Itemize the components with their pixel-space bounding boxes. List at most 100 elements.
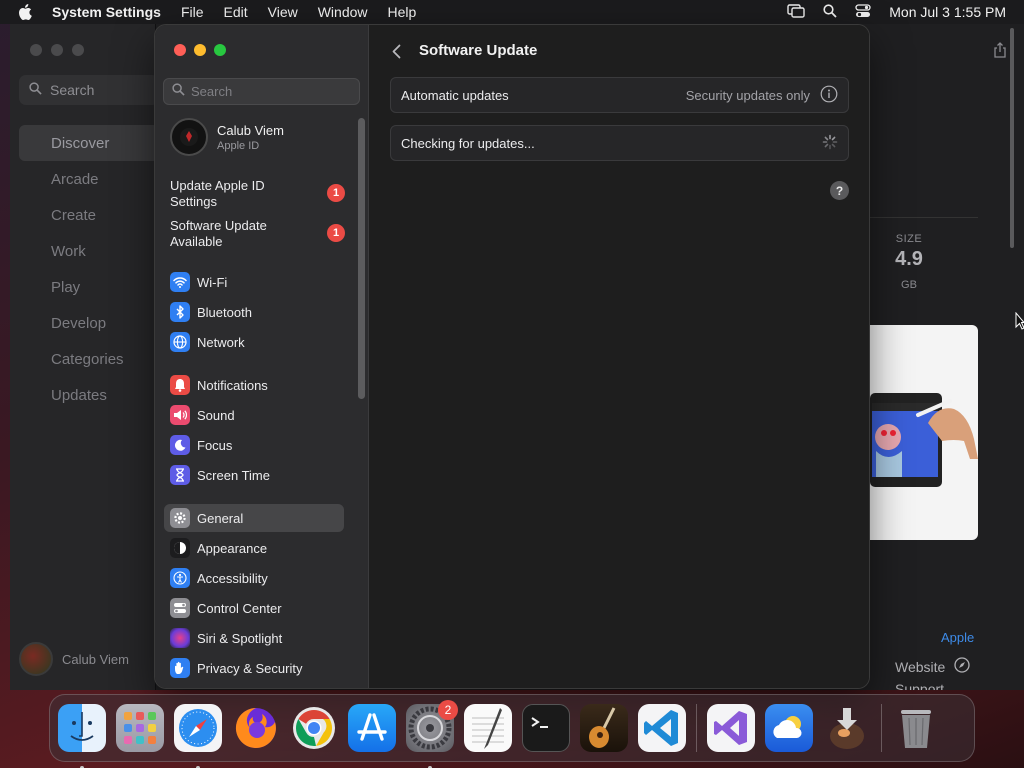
bell-icon [170, 375, 190, 395]
sidebar-item-label: Privacy & Security [197, 660, 303, 676]
settings-content: Software Update Automatic updates Securi… [370, 25, 869, 688]
dock-textedit[interactable] [464, 704, 512, 752]
sidebar-item-sound[interactable]: Sound [164, 401, 344, 429]
website-link[interactable]: Website [895, 657, 970, 676]
app-store-sidebar: Search Discover Arcade Create Work Play … [10, 24, 159, 690]
size-unit: GB [901, 279, 917, 291]
help-button[interactable]: ? [830, 181, 849, 200]
sidebar-item-label: Siri & Spotlight [197, 630, 283, 646]
sidebar-item-siri-spotlight[interactable]: Siri & Spotlight [164, 624, 344, 652]
back-button[interactable] [388, 41, 404, 61]
sidebar-item-network[interactable]: Network [164, 328, 344, 356]
window-controls [174, 44, 226, 56]
update-apple-id-settings[interactable]: Update Apple ID Settings 1 [170, 178, 345, 210]
sidebar-item-label: Sound [197, 407, 235, 423]
checking-updates-label: Checking for updates... [401, 135, 535, 151]
sidebar-item-notifications[interactable]: Notifications [164, 371, 344, 399]
minimize-button[interactable] [194, 44, 206, 56]
dock-vscode[interactable] [638, 704, 686, 752]
search-icon [172, 82, 185, 101]
app-name-menu[interactable]: System Settings [52, 4, 161, 20]
app-screenshot-preview[interactable] [870, 325, 978, 540]
nav-updates[interactable]: Updates [19, 377, 159, 413]
dock-garageband[interactable] [580, 704, 628, 752]
window-menu[interactable]: Window [318, 4, 368, 20]
nav-create[interactable]: Create [19, 197, 159, 233]
file-menu[interactable]: File [181, 4, 204, 20]
sidebar-item-screen-time[interactable]: Screen Time [164, 461, 344, 489]
system-settings-window: Calub Viem Apple ID Update Apple ID Sett… [155, 25, 869, 688]
sidebar-item-wifi[interactable]: Wi-Fi [164, 268, 344, 296]
divider [870, 217, 978, 218]
info-icon[interactable] [820, 85, 838, 106]
nav-develop[interactable]: Develop [19, 305, 159, 341]
support-link[interactable]: Support [895, 681, 944, 690]
edit-menu[interactable]: Edit [224, 4, 248, 20]
automatic-updates-value: Security updates only [685, 87, 810, 103]
size-label: SIZE [895, 233, 923, 245]
sidebar-item-label: Bluetooth [197, 304, 252, 320]
sidebar-item-label: Notifications [197, 377, 268, 393]
app-store-search-field[interactable]: Search [19, 75, 159, 105]
siri-icon [170, 628, 190, 648]
dock: 2 [49, 694, 975, 768]
zoom-button[interactable] [214, 44, 226, 56]
automatic-updates-label: Automatic updates [401, 87, 509, 103]
dock-firefox[interactable] [232, 704, 280, 752]
app-store-account[interactable]: Calub Viem [19, 642, 129, 676]
sidebar-scrollbar[interactable] [358, 118, 365, 399]
app-store-scrollbar[interactable] [1010, 28, 1014, 248]
apple-menu-icon[interactable] [18, 4, 38, 20]
nav-work[interactable]: Work [19, 233, 159, 269]
page-title: Software Update [419, 42, 538, 59]
automatic-updates-row: Automatic updates Security updates only [390, 77, 849, 113]
help-menu[interactable]: Help [388, 4, 417, 20]
dock-weather[interactable] [765, 704, 813, 752]
share-icon[interactable] [993, 42, 1009, 58]
bluetooth-icon [170, 302, 190, 322]
sidebar-item-control-center[interactable]: Control Center [164, 594, 344, 622]
sidebar-item-bluetooth[interactable]: Bluetooth [164, 298, 344, 326]
dock-safari[interactable] [174, 704, 222, 768]
settings-search-field[interactable] [163, 78, 360, 105]
spotlight-search-icon[interactable] [823, 3, 837, 21]
dock-system-settings[interactable]: 2 [406, 700, 458, 768]
app-store-nav: Discover Arcade Create Work Play Develop… [19, 125, 159, 413]
app-store-product-page: SIZE 4.9 GB Apple Website Support [870, 24, 1024, 690]
dock-trash[interactable] [892, 704, 940, 752]
sidebar-item-accessibility[interactable]: Accessibility [164, 564, 344, 592]
sidebar-item-privacy-security[interactable]: Privacy & Security [164, 654, 344, 682]
apple-id-account[interactable]: Calub Viem Apple ID [170, 118, 284, 156]
avatar [19, 642, 53, 676]
view-menu[interactable]: View [268, 4, 298, 20]
close-button[interactable] [174, 44, 186, 56]
screen-mirroring-icon[interactable] [787, 3, 805, 21]
dock-downloads[interactable] [823, 704, 871, 752]
menu-bar: System Settings File Edit View Window He… [0, 0, 1024, 24]
notification-badge: 1 [327, 224, 345, 242]
dock-chrome[interactable] [290, 704, 338, 752]
sidebar-item-appearance[interactable]: Appearance [164, 534, 344, 562]
dock-app-store[interactable] [348, 704, 396, 752]
settings-search-input[interactable] [191, 84, 351, 99]
control-center-icon[interactable] [855, 3, 871, 21]
nav-play[interactable]: Play [19, 269, 159, 305]
dock-separator [696, 704, 697, 752]
sidebar-item-focus[interactable]: Focus [164, 431, 344, 459]
nav-arcade[interactable]: Arcade [19, 161, 159, 197]
nav-discover[interactable]: Discover [19, 125, 159, 161]
dock-visual-studio[interactable] [707, 704, 755, 752]
dock-terminal[interactable] [522, 704, 570, 752]
dock-launchpad[interactable] [116, 704, 164, 752]
moon-icon [170, 435, 190, 455]
developer-link[interactable]: Apple [941, 630, 974, 645]
notification-badge: 2 [438, 700, 458, 720]
software-update-available[interactable]: Software Update Available 1 [170, 218, 345, 250]
menu-bar-clock[interactable]: Mon Jul 3 1:55 PM [889, 4, 1006, 20]
sidebar-item-general[interactable]: General [164, 504, 344, 532]
settings-sidebar: Calub Viem Apple ID Update Apple ID Sett… [155, 25, 369, 688]
website-label: Website [895, 658, 946, 675]
nav-categories[interactable]: Categories [19, 341, 159, 377]
dock-finder[interactable] [58, 704, 106, 768]
speaker-icon [170, 405, 190, 425]
